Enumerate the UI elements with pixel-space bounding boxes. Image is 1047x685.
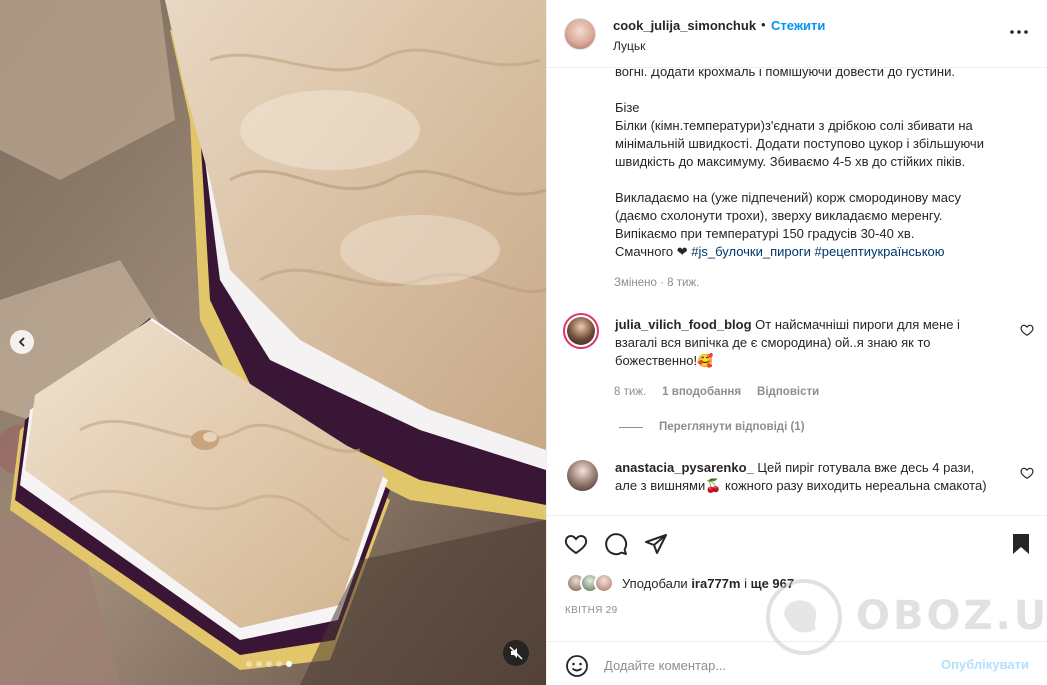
view-replies-button[interactable]: Переглянути відповіді (1): [619, 421, 805, 433]
post-viewer: cook_julija_simonchuk • Стежити Луцьк во…: [0, 0, 1047, 685]
post-media: [0, 0, 546, 685]
share-icon[interactable]: [644, 532, 668, 556]
hashtag-link[interactable]: #js_булочки_пироги: [691, 244, 811, 259]
caption-line-hashtags: Смачного ❤ #js_булочки_пироги #рецептиук…: [615, 243, 1005, 261]
caption-line: Бізе: [615, 100, 640, 115]
likes-middle: і: [740, 576, 751, 591]
caption-line: Випікаємо при температурі 150 градусів 3…: [615, 226, 915, 241]
add-comment-bar: Опублікувати: [547, 641, 1047, 685]
carousel-dot-active: [286, 661, 292, 667]
more-icon: [1010, 30, 1028, 34]
author-username[interactable]: cook_julija_simonchuk: [613, 18, 756, 33]
carousel-dot: [246, 661, 252, 667]
heart-icon[interactable]: [564, 532, 588, 556]
caption-line: Білки (кімн.температури)з'єднати з дрібк…: [615, 118, 973, 133]
caption-line: мінімальній швидкості. Додати поступово …: [615, 136, 984, 151]
chevron-left-icon: [18, 337, 25, 347]
follow-button[interactable]: Стежити: [771, 18, 825, 33]
bookmark-icon[interactable]: [1009, 532, 1033, 556]
post-actions: Уподобали ira777m і ще 967 КВІТНЯ 29 Опу…: [547, 515, 1047, 685]
mute-button[interactable]: [503, 640, 529, 666]
author-avatar[interactable]: [564, 18, 596, 50]
reply-button[interactable]: Відповісти: [757, 386, 819, 398]
post-location[interactable]: Луцьк: [613, 39, 645, 53]
likes-summary: Уподобали ira777m і ще 967: [622, 576, 794, 591]
caption-line: (даємо схолонути трохи), зверху викладає…: [615, 208, 943, 223]
comment-body: божественно!🥰: [615, 353, 714, 368]
replies-divider: [619, 426, 643, 428]
caption-edited-meta: Змінено · 8 тиж.: [614, 277, 700, 289]
view-replies-label: Переглянути відповіді (1): [659, 421, 805, 433]
more-options-button[interactable]: [1009, 22, 1029, 42]
caption-text: Смачного ❤: [615, 244, 692, 259]
comment-input[interactable]: [604, 654, 904, 676]
comment-time: 8 тиж.: [614, 386, 647, 398]
commenter-username[interactable]: anastacia_pysarenko_: [615, 460, 754, 475]
commenter-avatar[interactable]: [567, 460, 598, 491]
hashtag-link[interactable]: #рецептиукраїнською: [815, 244, 945, 259]
previous-slide-button[interactable]: [10, 330, 34, 354]
commenter-username[interactable]: julia_vilich_food_blog: [615, 317, 752, 332]
like-comment-heart-icon[interactable]: [1020, 323, 1034, 337]
caption-line: вогні. Додати крохмаль і помішуючи довес…: [615, 69, 955, 79]
commenter-avatar[interactable]: [563, 313, 599, 349]
post-date[interactable]: КВІТНЯ 29: [565, 605, 617, 616]
comment-meta: 8 тиж. 1 вподобання Відповісти: [614, 386, 819, 398]
carousel-dot: [256, 661, 262, 667]
post-header: cook_julija_simonchuk • Стежити Луцьк: [547, 0, 1047, 68]
like-comment-heart-icon[interactable]: [1020, 466, 1034, 480]
comment-icon[interactable]: [604, 532, 628, 556]
caption-line: Викладаємо на (уже підпечений) корж смор…: [615, 190, 961, 205]
post-sidebar: cook_julija_simonchuk • Стежити Луцьк во…: [546, 0, 1047, 685]
likers-avatars[interactable]: [566, 573, 620, 595]
liker-avatar: [594, 573, 614, 593]
likes-count-link[interactable]: ще 967: [751, 576, 795, 591]
comment-body: взагалі вся випічка де є смородина) ой..…: [615, 335, 931, 350]
header-separator: •: [761, 17, 766, 32]
comment-text: julia_vilich_food_blog От найсмачніші пи…: [615, 316, 1010, 334]
comment-text: anastacia_pysarenko_ Цей пиріг готувала …: [615, 459, 1010, 477]
comment-likes-link[interactable]: 1 вподобання: [662, 386, 741, 398]
mute-icon: [509, 646, 523, 660]
comments-scroll-area[interactable]: вогні. Додати крохмаль і помішуючи довес…: [547, 69, 1047, 515]
emoji-icon[interactable]: [565, 654, 589, 678]
carousel-dot: [276, 661, 282, 667]
liker-username[interactable]: ira777m: [691, 576, 740, 591]
comment-body: Цей пиріг готувала вже десь 4 рази,: [757, 460, 975, 475]
publish-button[interactable]: Опублікувати: [941, 657, 1029, 672]
carousel-dot: [266, 661, 272, 667]
comment-body: але з вишнями🍒 кожного разу виходить нер…: [615, 478, 987, 493]
caption-line: швидкість до максимуму. Збиваємо 4-5 хв …: [615, 154, 966, 169]
carousel-indicator: [246, 661, 292, 667]
likes-prefix: Уподобали: [622, 576, 692, 591]
pie-photo: [0, 0, 546, 685]
comment-body: От найсмачніші пироги для мене і: [755, 317, 960, 332]
